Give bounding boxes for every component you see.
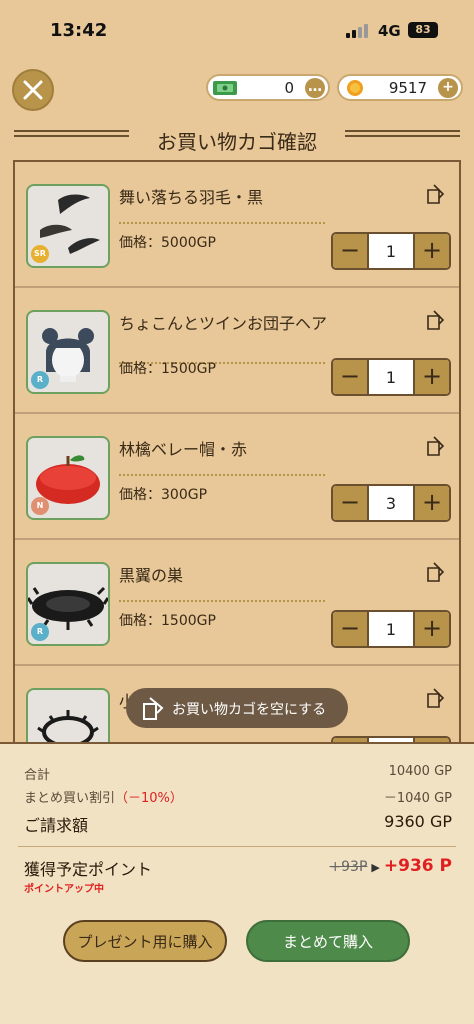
discount-label-group: まとめ買い割引（－10%） bbox=[24, 787, 183, 806]
increase-button[interactable]: + bbox=[413, 612, 449, 646]
quantity-value: 1 bbox=[385, 242, 397, 261]
rarity-badge: N bbox=[31, 497, 49, 515]
edit-icon[interactable] bbox=[425, 686, 447, 710]
quantity-stepper: − 1 + bbox=[331, 358, 451, 396]
cart-item: SR 舞い落ちる羽毛・黒 価格：5000GP − 1 + bbox=[15, 162, 459, 288]
increase-button[interactable]: + bbox=[413, 360, 449, 394]
points-up-badge: ポイントアップ中 bbox=[24, 884, 104, 895]
points-old: +93P bbox=[329, 859, 368, 875]
points-new: +936 P bbox=[383, 856, 452, 876]
total-label: 合計 bbox=[24, 768, 51, 783]
clear-cart-button[interactable]: お買い物カゴを空にする bbox=[126, 688, 348, 728]
close-button[interactable] bbox=[12, 69, 54, 111]
total-value: 10400 GP bbox=[388, 764, 452, 779]
increase-button[interactable]: + bbox=[413, 486, 449, 520]
rarity-badge: SR bbox=[31, 245, 49, 263]
points-values: +93P ▶ +936 P bbox=[329, 856, 452, 876]
item-thumbnail: R bbox=[26, 310, 110, 394]
arrow-right-icon: ▶ bbox=[371, 861, 380, 874]
item-thumbnail: SR bbox=[26, 184, 110, 268]
ticket-balance: 0 … bbox=[206, 74, 330, 101]
clear-cart-label: お買い物カゴを空にする bbox=[172, 702, 327, 718]
wreath-image bbox=[37, 710, 99, 742]
edit-icon[interactable] bbox=[425, 182, 447, 206]
gold-count: 9517 bbox=[388, 79, 427, 97]
item-name: 黒翼の巣 bbox=[119, 566, 184, 585]
page-header: お買い物カゴ確認 bbox=[0, 120, 474, 156]
item-divider bbox=[119, 600, 325, 602]
coin-icon bbox=[347, 80, 363, 96]
network-label: 4G bbox=[378, 22, 401, 40]
item-name: 林檎ベレー帽・赤 bbox=[119, 440, 248, 459]
cart-item: N 林檎ベレー帽・赤 価格：300GP − 3 + bbox=[15, 414, 459, 540]
summary-divider bbox=[18, 846, 456, 847]
order-summary: 合計 10400 GP まとめ買い割引（－10%） －1040 GP ご請求額 … bbox=[0, 742, 474, 1024]
bulk-purchase-button[interactable]: まとめて購入 bbox=[246, 920, 410, 962]
points-label: 獲得予定ポイント bbox=[24, 860, 153, 879]
item-divider bbox=[119, 222, 325, 224]
cart-item: R ちょこんとツインお団子ヘア 価格：1500GP − 1 + bbox=[15, 288, 459, 414]
close-icon bbox=[23, 80, 43, 100]
decrease-button[interactable]: − bbox=[333, 612, 369, 646]
decrease-button[interactable]: − bbox=[333, 360, 369, 394]
status-time: 13:42 bbox=[50, 20, 108, 41]
item-thumbnail bbox=[26, 688, 110, 742]
battery-icon: 83 bbox=[408, 22, 438, 38]
item-name: 舞い落ちる羽毛・黒 bbox=[119, 188, 264, 207]
item-divider bbox=[119, 474, 325, 476]
decrease-button[interactable]: − bbox=[333, 234, 369, 268]
ticket-icon bbox=[213, 81, 237, 95]
item-price: 価格：1500GP bbox=[119, 613, 216, 629]
gift-purchase-button[interactable]: プレゼント用に購入 bbox=[63, 920, 227, 962]
quantity-stepper: − 3 + bbox=[331, 484, 451, 522]
billing-label: ご請求額 bbox=[24, 816, 89, 835]
title-divider-right bbox=[345, 130, 460, 137]
signal-icon bbox=[346, 24, 370, 38]
item-name: ちょこんとツインお団子ヘア bbox=[119, 314, 328, 333]
discount-value: －1040 GP bbox=[383, 791, 452, 806]
quantity-value: 1 bbox=[385, 368, 397, 387]
edit-icon[interactable] bbox=[425, 434, 447, 458]
clear-cart-icon bbox=[143, 697, 164, 720]
quantity-stepper: − 1 + bbox=[331, 232, 451, 270]
discount-label: まとめ買い割引 bbox=[24, 791, 116, 806]
gold-add-button[interactable]: + bbox=[438, 78, 458, 98]
edit-icon[interactable] bbox=[425, 560, 447, 584]
cart-list[interactable]: SR 舞い落ちる羽毛・黒 価格：5000GP − 1 + R ちょこんとツインお… bbox=[13, 160, 461, 742]
item-price: 価格：1500GP bbox=[119, 361, 216, 377]
cart-item: R 黒翼の巣 価格：1500GP − 1 + bbox=[15, 540, 459, 666]
item-thumbnail: N bbox=[26, 436, 110, 520]
rarity-badge: R bbox=[31, 623, 49, 641]
quantity-stepper: − 1 + bbox=[331, 610, 451, 648]
quantity-value: 1 bbox=[385, 620, 397, 639]
billing-value: 9360 GP bbox=[384, 812, 452, 831]
increase-button[interactable]: + bbox=[413, 234, 449, 268]
edit-icon[interactable] bbox=[425, 308, 447, 332]
ticket-count: 0 bbox=[284, 79, 294, 97]
item-price: 価格：300GP bbox=[119, 487, 208, 503]
decrease-button[interactable]: − bbox=[333, 486, 369, 520]
ticket-more-button[interactable]: … bbox=[305, 78, 325, 98]
item-price: 価格：5000GP bbox=[119, 235, 216, 251]
discount-rate: （－10%） bbox=[115, 791, 183, 806]
status-bar: 13:42 4G 83 bbox=[0, 0, 474, 60]
item-thumbnail: R bbox=[26, 562, 110, 646]
rarity-badge: R bbox=[31, 371, 49, 389]
quantity-value: 3 bbox=[385, 494, 397, 513]
gold-balance: 9517 + bbox=[337, 74, 463, 101]
